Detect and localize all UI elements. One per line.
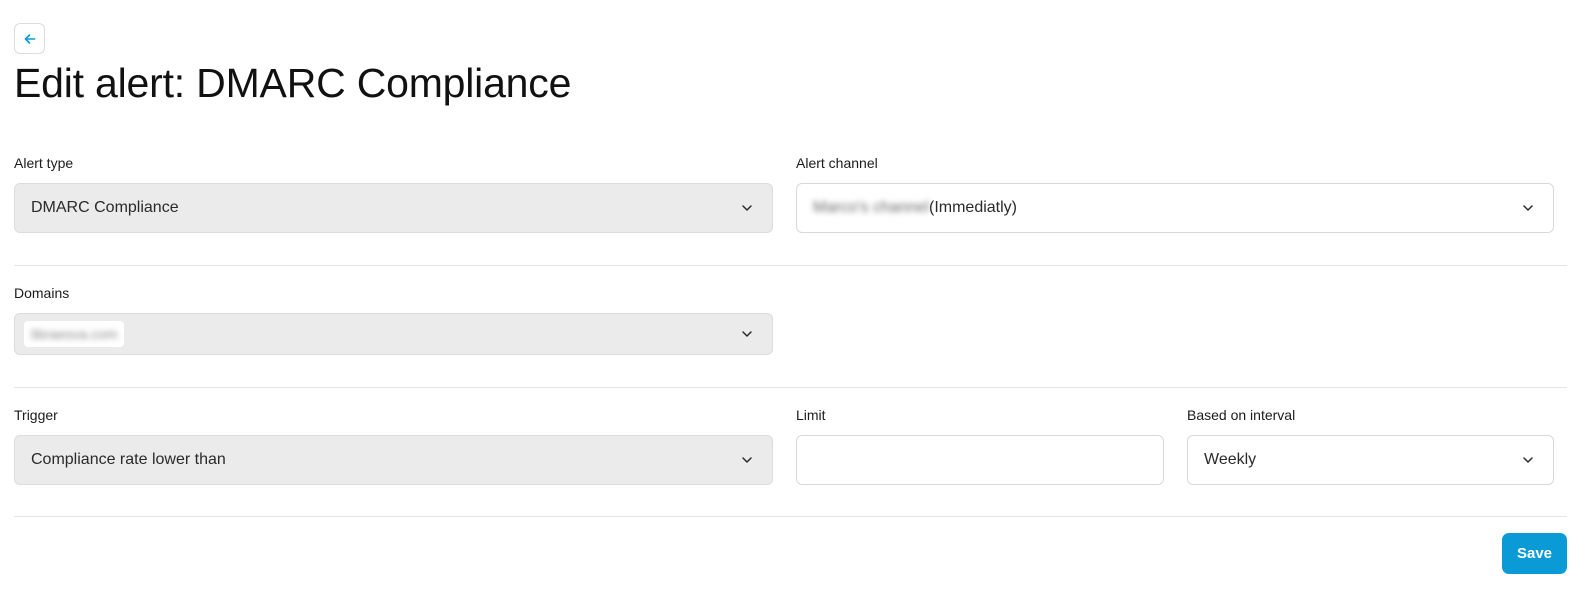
divider [14, 265, 1567, 266]
alert-type-label: Alert type [14, 155, 74, 171]
chevron-down-icon [742, 205, 752, 211]
alert-channel-select[interactable]: Marco's channel (Immediatly) [796, 183, 1554, 233]
interval-label: Based on interval [1187, 407, 1296, 423]
interval-field: Based on interval Weekly [1187, 406, 1554, 485]
interval-value: Weekly [1204, 451, 1257, 468]
chevron-down-icon [742, 457, 752, 463]
domain-chip-text-redacted: libraesva.com [31, 326, 118, 342]
trigger-label: Trigger [14, 407, 58, 423]
trigger-select[interactable]: Compliance rate lower than [14, 435, 773, 485]
domain-chip: libraesva.com [24, 321, 125, 347]
alert-type-field: Alert type DMARC Compliance [14, 154, 773, 233]
alert-channel-name-redacted: Marco's channel [813, 199, 929, 216]
chevron-down-icon [1523, 205, 1533, 211]
edit-alert-page: Edit alert: DMARC Compliance Alert type … [0, 0, 1581, 594]
alert-type-select[interactable]: DMARC Compliance [14, 183, 773, 233]
alert-channel-frequency: (Immediatly) [929, 199, 1018, 216]
save-button[interactable]: Save [1502, 533, 1567, 574]
limit-input[interactable] [796, 435, 1164, 485]
trigger-value: Compliance rate lower than [31, 451, 226, 468]
domains-field: Domains libraesva.com [14, 284, 773, 355]
alert-channel-field: Alert channel Marco's channel (Immediatl… [796, 154, 1554, 233]
alert-channel-label: Alert channel [796, 155, 878, 171]
divider [14, 516, 1567, 517]
interval-select[interactable]: Weekly [1187, 435, 1554, 485]
trigger-field: Trigger Compliance rate lower than [14, 406, 773, 485]
limit-label: Limit [796, 407, 826, 423]
chevron-down-icon [742, 331, 752, 337]
page-title: Edit alert: DMARC Compliance [14, 60, 572, 106]
back-button[interactable] [14, 23, 45, 54]
chevron-down-icon [1523, 457, 1533, 463]
domains-select[interactable]: libraesva.com [14, 313, 773, 355]
limit-field: Limit [796, 406, 1164, 485]
divider [14, 387, 1567, 388]
alert-type-value: DMARC Compliance [31, 199, 179, 216]
domains-label: Domains [14, 285, 70, 301]
arrow-left-icon [24, 33, 35, 44]
